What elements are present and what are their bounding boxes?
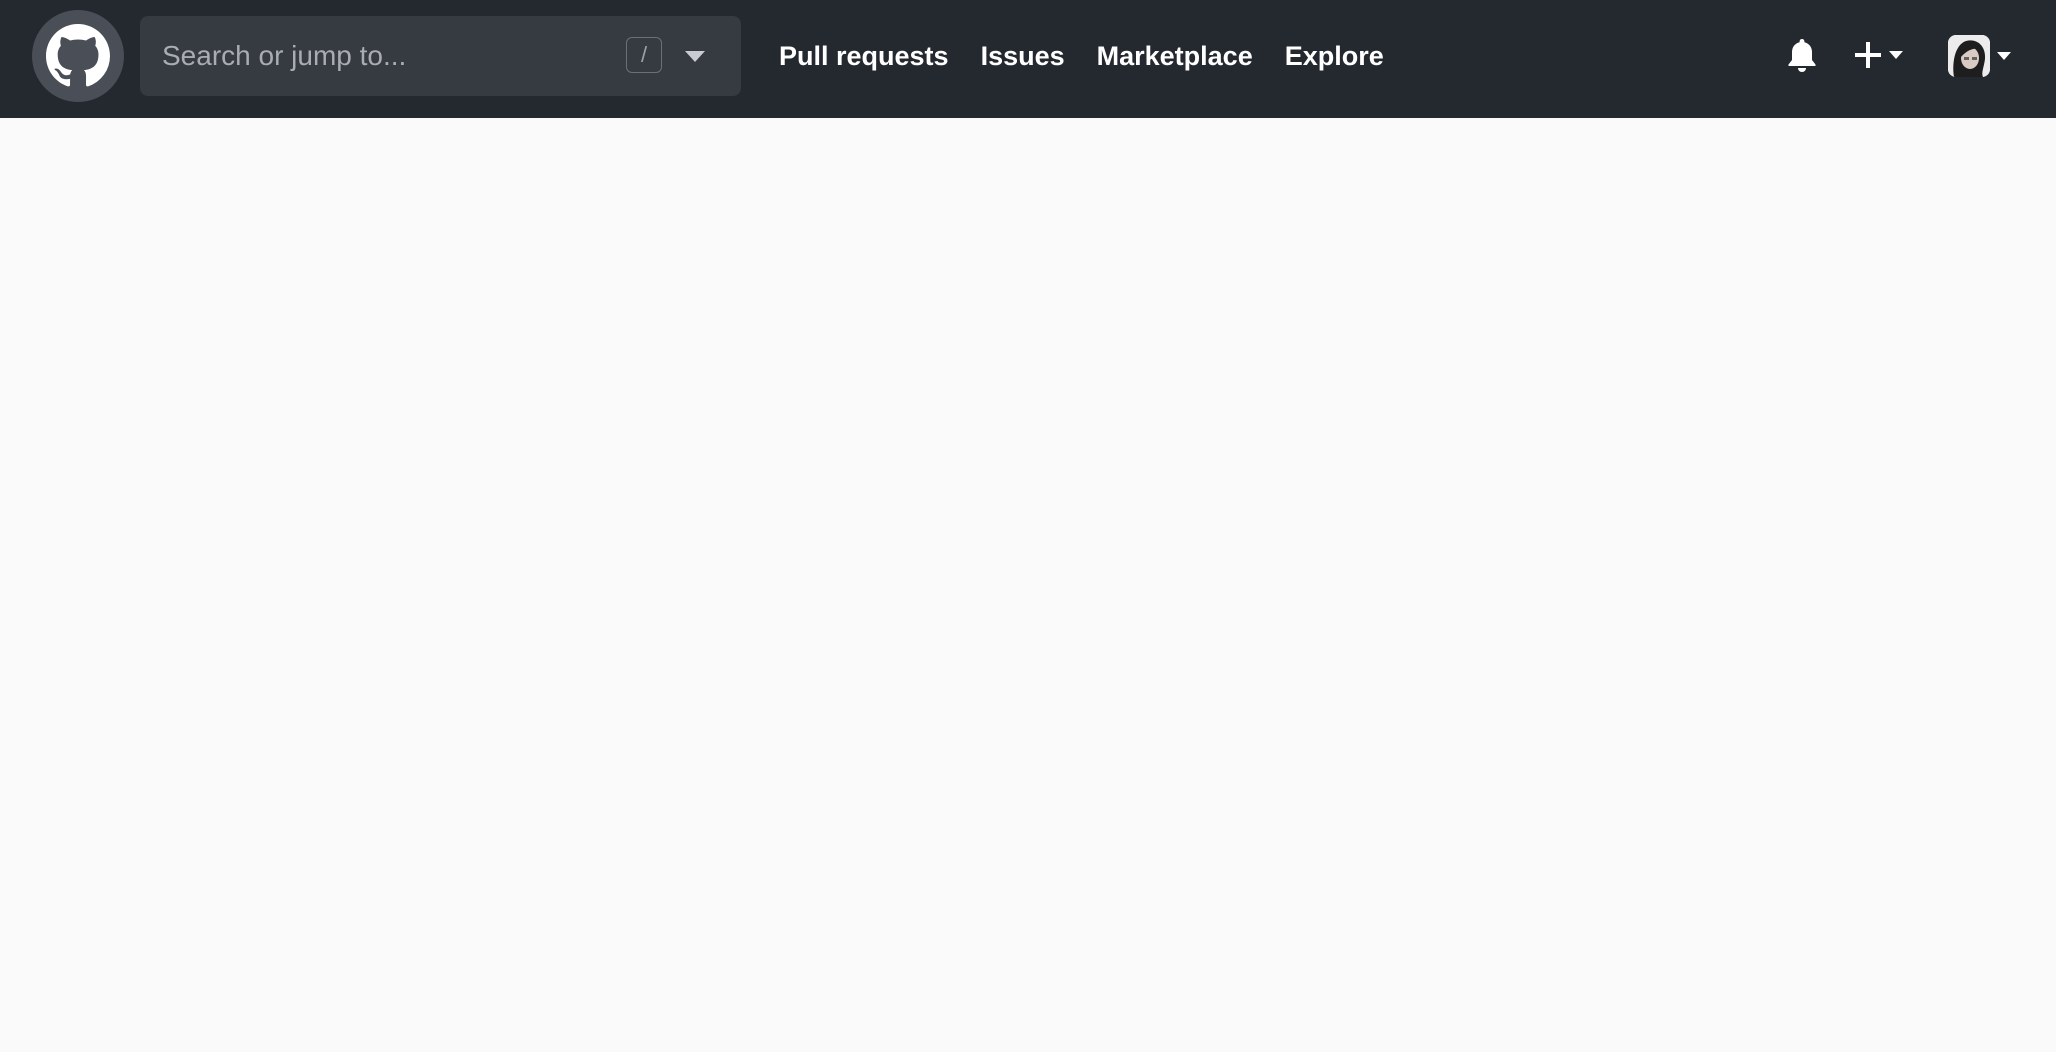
plus-icon (1855, 42, 1881, 68)
nav-explore[interactable]: Explore (1285, 41, 1384, 72)
caret-down-icon (1889, 51, 1903, 59)
nav-issues[interactable]: Issues (981, 41, 1065, 72)
notifications-button[interactable] (1787, 38, 1817, 72)
primary-nav: Pull requests Issues Marketplace Explore (779, 0, 1416, 112)
search-box: / (140, 16, 741, 96)
search-scope-caret-button[interactable] (682, 44, 708, 70)
caret-down-icon (1997, 52, 2011, 60)
create-new-button[interactable] (1854, 38, 1912, 72)
github-logo-button[interactable] (32, 10, 124, 102)
caret-down-icon (685, 51, 705, 62)
bell-icon (1788, 39, 1816, 72)
github-mark-icon (46, 24, 110, 87)
user-avatar-icon (1948, 35, 1990, 77)
main-content (0, 118, 2056, 1052)
search-input[interactable] (162, 16, 602, 96)
avatar (1948, 35, 1990, 77)
top-header: / Pull requests Issues Marketplace Explo… (0, 0, 2056, 118)
nav-marketplace[interactable]: Marketplace (1097, 41, 1253, 72)
search-shortcut-key: / (626, 37, 662, 73)
nav-pull-requests[interactable]: Pull requests (779, 41, 949, 72)
profile-menu-button[interactable] (1948, 34, 2014, 78)
